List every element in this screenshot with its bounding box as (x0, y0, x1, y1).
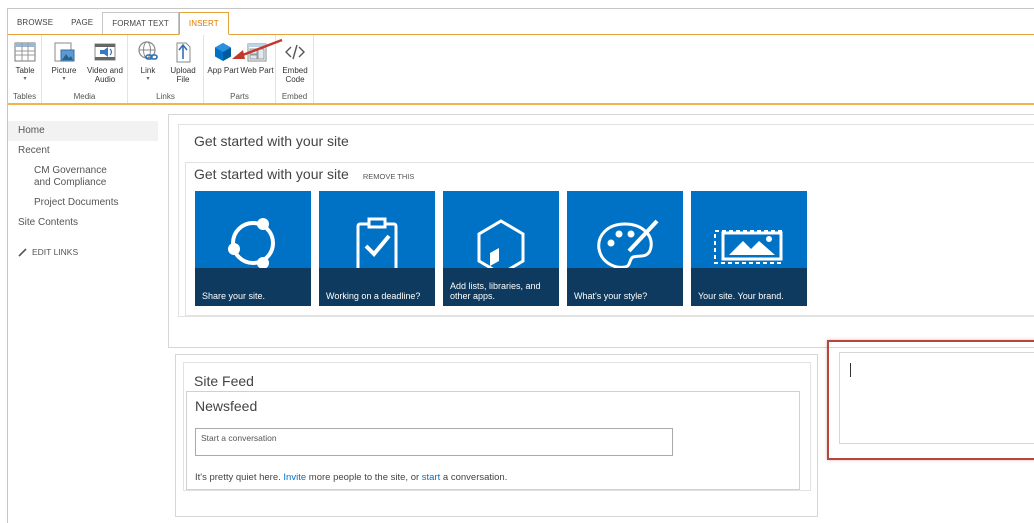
tile-working-deadline[interactable]: Working on a deadline? (319, 191, 435, 306)
site-feed-title: Site Feed (194, 373, 254, 389)
tile-your-brand[interactable]: Your site. Your brand. (691, 191, 807, 306)
edit-links-button[interactable]: EDIT LINKS (8, 243, 158, 261)
ribbon: Table ▾ Tables Picture ▾ Video and Audio… (8, 35, 1034, 105)
embed-code-label: Embed Code (282, 66, 308, 84)
nav-item-site-contents[interactable]: Site Contents (8, 213, 158, 233)
web-part-label: Web Part (240, 66, 274, 75)
invite-link[interactable]: Invite (283, 472, 306, 483)
nav-item-home[interactable]: Home (8, 121, 158, 141)
start-conversation-placeholder: Start a conversation (201, 433, 277, 443)
get-started-panel: Get started with your site REMOVE THIS S… (185, 162, 1034, 316)
link-icon (137, 41, 159, 63)
group-label-tables: Tables (12, 92, 37, 101)
tab-format-text[interactable]: FORMAT TEXT (102, 12, 179, 34)
video-audio-button[interactable]: Video and Audio (85, 41, 125, 84)
remove-this-link[interactable]: REMOVE THIS (363, 172, 415, 181)
picture-label: Picture (51, 66, 77, 75)
nav-item-recent[interactable]: Recent (8, 141, 158, 161)
table-icon (14, 41, 36, 63)
brand-image-icon (714, 230, 783, 264)
text-cursor (850, 363, 851, 377)
text-editing-area[interactable] (839, 352, 1034, 444)
app-part-label: App Part (207, 66, 239, 75)
group-label-links: Links (156, 92, 175, 101)
tab-browse[interactable]: BROWSE (8, 12, 62, 34)
chevron-down-icon: ▾ (146, 76, 150, 82)
group-label-media: Media (73, 92, 96, 101)
tile-caption: Share your site. (202, 291, 266, 301)
picture-icon (53, 41, 75, 63)
pencil-icon (18, 247, 27, 257)
link-button[interactable]: Link ▾ (131, 41, 165, 82)
newsfeed-panel: Newsfeed Start a conversation It's prett… (186, 391, 800, 490)
tile-share-site[interactable]: Share your site. (195, 191, 311, 306)
share-icon (228, 218, 275, 269)
quiet-prefix: It's pretty quiet here. (195, 472, 284, 483)
group-tables: Table ▾ Tables (8, 35, 42, 103)
video-audio-icon (94, 41, 116, 63)
nav-item-project-documents[interactable]: Project Documents (8, 193, 158, 213)
tile-add-apps[interactable]: Add lists, libraries, and other apps. (443, 191, 559, 306)
palette-icon (597, 219, 659, 269)
chevron-down-icon: ▾ (62, 76, 66, 82)
tile-caption: Add lists, libraries, and other apps. (450, 281, 541, 301)
clipboard-check-icon (356, 217, 398, 271)
tile-whats-your-style[interactable]: What's your style? (567, 191, 683, 306)
apps-icon (477, 219, 525, 271)
video-audio-label: Video and Audio (87, 66, 123, 84)
start-link[interactable]: start (422, 472, 440, 483)
tile-caption: Your site. Your brand. (698, 291, 784, 301)
edit-links-label: EDIT LINKS (32, 247, 79, 257)
quiet-suffix: a conversation. (440, 472, 508, 483)
group-media: Picture ▾ Video and Audio Media (42, 35, 128, 103)
embed-code-icon (284, 41, 306, 63)
upload-file-button[interactable]: Upload File (166, 41, 200, 84)
ribbon-tabs: BROWSE PAGE FORMAT TEXT INSERT (8, 9, 1034, 35)
get-started-header: Get started with your site REMOVE THIS (194, 166, 414, 182)
tab-page[interactable]: PAGE (62, 12, 102, 34)
table-button[interactable]: Table ▾ (8, 41, 42, 82)
upload-file-icon (172, 41, 194, 63)
highlighted-web-part-zone (827, 340, 1034, 460)
tile-caption: Working on a deadline? (326, 291, 421, 301)
get-started-title: Get started with your site (194, 133, 349, 149)
group-links: Link ▾ Upload File Links (128, 35, 204, 103)
get-started-tiles: Share your site. Working on a deadline? … (195, 191, 807, 306)
tab-insert[interactable]: INSERT (178, 12, 229, 35)
quiet-message: It's pretty quiet here. Invite more peop… (195, 472, 507, 483)
table-label: Table (15, 66, 35, 75)
picture-button[interactable]: Picture ▾ (47, 41, 81, 82)
upload-file-label: Upload File (170, 66, 196, 84)
group-label-embed: Embed (281, 92, 308, 101)
quiet-middle: more people to the site, or (306, 472, 422, 483)
link-label: Link (140, 66, 156, 75)
tile-caption: What's your style? (574, 291, 648, 301)
group-label-parts: Parts (230, 92, 249, 101)
get-started-inner-title: Get started with your site (194, 166, 349, 182)
chevron-down-icon: ▾ (23, 76, 27, 82)
nav-item-cm-governance[interactable]: CM Governance and Compliance (8, 161, 126, 193)
annotation-arrow-icon (232, 38, 283, 59)
start-conversation-input[interactable]: Start a conversation (195, 428, 673, 456)
newsfeed-title: Newsfeed (195, 398, 258, 414)
left-navigation: Home Recent CM Governance and Compliance… (8, 121, 158, 261)
